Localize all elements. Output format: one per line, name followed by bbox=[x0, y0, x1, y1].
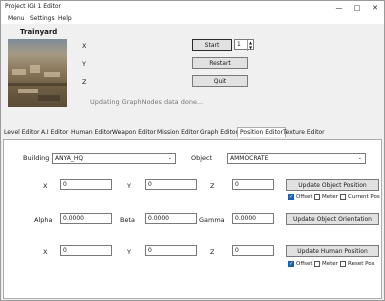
tab-level-editor[interactable]: Level Editor bbox=[4, 129, 40, 136]
human-z-field[interactable]: 0 bbox=[232, 245, 274, 256]
building-value: ANYA_HQ bbox=[55, 155, 84, 162]
title-bar: Project IGI 1 Editor — □ ✕ bbox=[1, 1, 384, 14]
tab-position-editor[interactable]: Position Editor bbox=[237, 127, 287, 137]
editor-window: Project IGI 1 Editor — □ ✕ Menu Settings… bbox=[0, 0, 385, 301]
obj-x-label: X bbox=[43, 182, 48, 190]
human-meter-label: Meter bbox=[322, 261, 338, 267]
tab-ai-editor[interactable]: A.I Editor bbox=[41, 129, 68, 136]
tab-weapon-editor[interactable]: Weapon Editor bbox=[112, 129, 156, 136]
obj-x-field[interactable]: 0 bbox=[60, 179, 112, 190]
top-x-label: X bbox=[82, 42, 87, 50]
human-meter-checkbox[interactable]: Meter bbox=[314, 261, 338, 267]
building-select[interactable]: ANYA_HQ ⌄ bbox=[52, 153, 176, 164]
beta-label: Beta bbox=[120, 216, 135, 224]
update-object-orientation-button[interactable]: Update Object Orientation bbox=[286, 213, 379, 225]
alpha-field[interactable]: 0.0000 bbox=[60, 213, 112, 224]
obj-y-field[interactable]: 0 bbox=[145, 179, 197, 190]
menu-item-menu[interactable]: Menu bbox=[8, 15, 24, 22]
human-reset-pos-checkbox[interactable]: Reset Pos bbox=[340, 261, 374, 267]
level-number-value: 1 bbox=[237, 41, 241, 48]
building-label: Building bbox=[23, 154, 50, 162]
object-select[interactable]: AMMOCRATE ⌄ bbox=[227, 153, 366, 164]
human-reset-pos-label: Reset Pos bbox=[348, 261, 375, 267]
obj-offset-checkbox[interactable]: ✓ Offset bbox=[288, 194, 313, 200]
beta-field[interactable]: 0.0000 bbox=[145, 213, 197, 224]
update-human-position-button[interactable]: Update Human Position bbox=[286, 245, 379, 257]
menu-item-help[interactable]: Help bbox=[58, 15, 72, 22]
obj-meter-label: Meter bbox=[322, 194, 338, 200]
minimize-icon[interactable]: — bbox=[330, 1, 348, 14]
start-button[interactable]: Start bbox=[192, 39, 232, 51]
status-text: Updating GraphNodes data done... bbox=[90, 98, 204, 106]
tab-graph-editor[interactable]: Graph Editor bbox=[200, 129, 238, 136]
checkbox-icon bbox=[340, 194, 346, 200]
tab-human-editor[interactable]: Human Editor bbox=[71, 129, 112, 136]
obj-current-pos-label: Current Pos bbox=[348, 194, 380, 200]
level-name: Trainyard bbox=[20, 28, 58, 36]
object-value: AMMOCRATE bbox=[230, 155, 269, 162]
human-x-field[interactable]: 0 bbox=[60, 245, 112, 256]
restart-button[interactable]: Restart bbox=[192, 57, 248, 69]
checkbox-icon bbox=[314, 194, 320, 200]
object-label: Object bbox=[191, 154, 213, 162]
menu-bar: Menu Settings Help bbox=[1, 14, 384, 24]
obj-offset-label: Offset bbox=[296, 194, 313, 200]
human-offset-label: Offset bbox=[296, 261, 313, 267]
checkbox-checked-icon: ✓ bbox=[288, 194, 294, 200]
update-object-position-button[interactable]: Update Object Position bbox=[286, 179, 379, 191]
human-y-field[interactable]: 0 bbox=[145, 245, 197, 256]
human-z-label: Z bbox=[210, 248, 215, 256]
top-z-label: Z bbox=[82, 78, 87, 86]
human-y-label: Y bbox=[127, 248, 131, 256]
close-icon[interactable]: ✕ bbox=[366, 1, 384, 14]
obj-meter-checkbox[interactable]: Meter bbox=[314, 194, 338, 200]
menu-item-settings[interactable]: Settings bbox=[30, 15, 55, 22]
obj-current-pos-checkbox[interactable]: Current Pos bbox=[340, 194, 380, 200]
chevron-down-icon: ⌄ bbox=[357, 155, 362, 161]
tab-texture-editor[interactable]: Texture Editor bbox=[283, 129, 325, 136]
obj-y-label: Y bbox=[127, 182, 131, 190]
quit-button[interactable]: Quit bbox=[192, 75, 248, 87]
checkbox-checked-icon: ✓ bbox=[288, 261, 294, 267]
obj-z-label: Z bbox=[210, 182, 215, 190]
checkbox-icon bbox=[340, 261, 346, 267]
level-number-field[interactable]: 1 ▲ ▼ bbox=[234, 39, 254, 51]
level-number-spinner[interactable]: ▲ ▼ bbox=[247, 40, 253, 51]
human-offset-checkbox[interactable]: ✓ Offset bbox=[288, 261, 313, 267]
obj-z-field[interactable]: 0 bbox=[232, 179, 274, 190]
level-preview-image bbox=[8, 39, 67, 107]
tab-mission-editor[interactable]: Mission Editor bbox=[157, 129, 199, 136]
gamma-label: Gamma bbox=[199, 216, 225, 224]
gamma-field[interactable]: 0.0000 bbox=[232, 213, 274, 224]
alpha-label: Alpha bbox=[34, 216, 53, 224]
chevron-down-icon: ⌄ bbox=[167, 155, 172, 161]
top-y-label: Y bbox=[82, 60, 86, 68]
human-x-label: X bbox=[43, 248, 48, 256]
window-title: Project IGI 1 Editor bbox=[5, 3, 62, 10]
checkbox-icon bbox=[314, 261, 320, 267]
maximize-icon[interactable]: □ bbox=[348, 1, 366, 14]
